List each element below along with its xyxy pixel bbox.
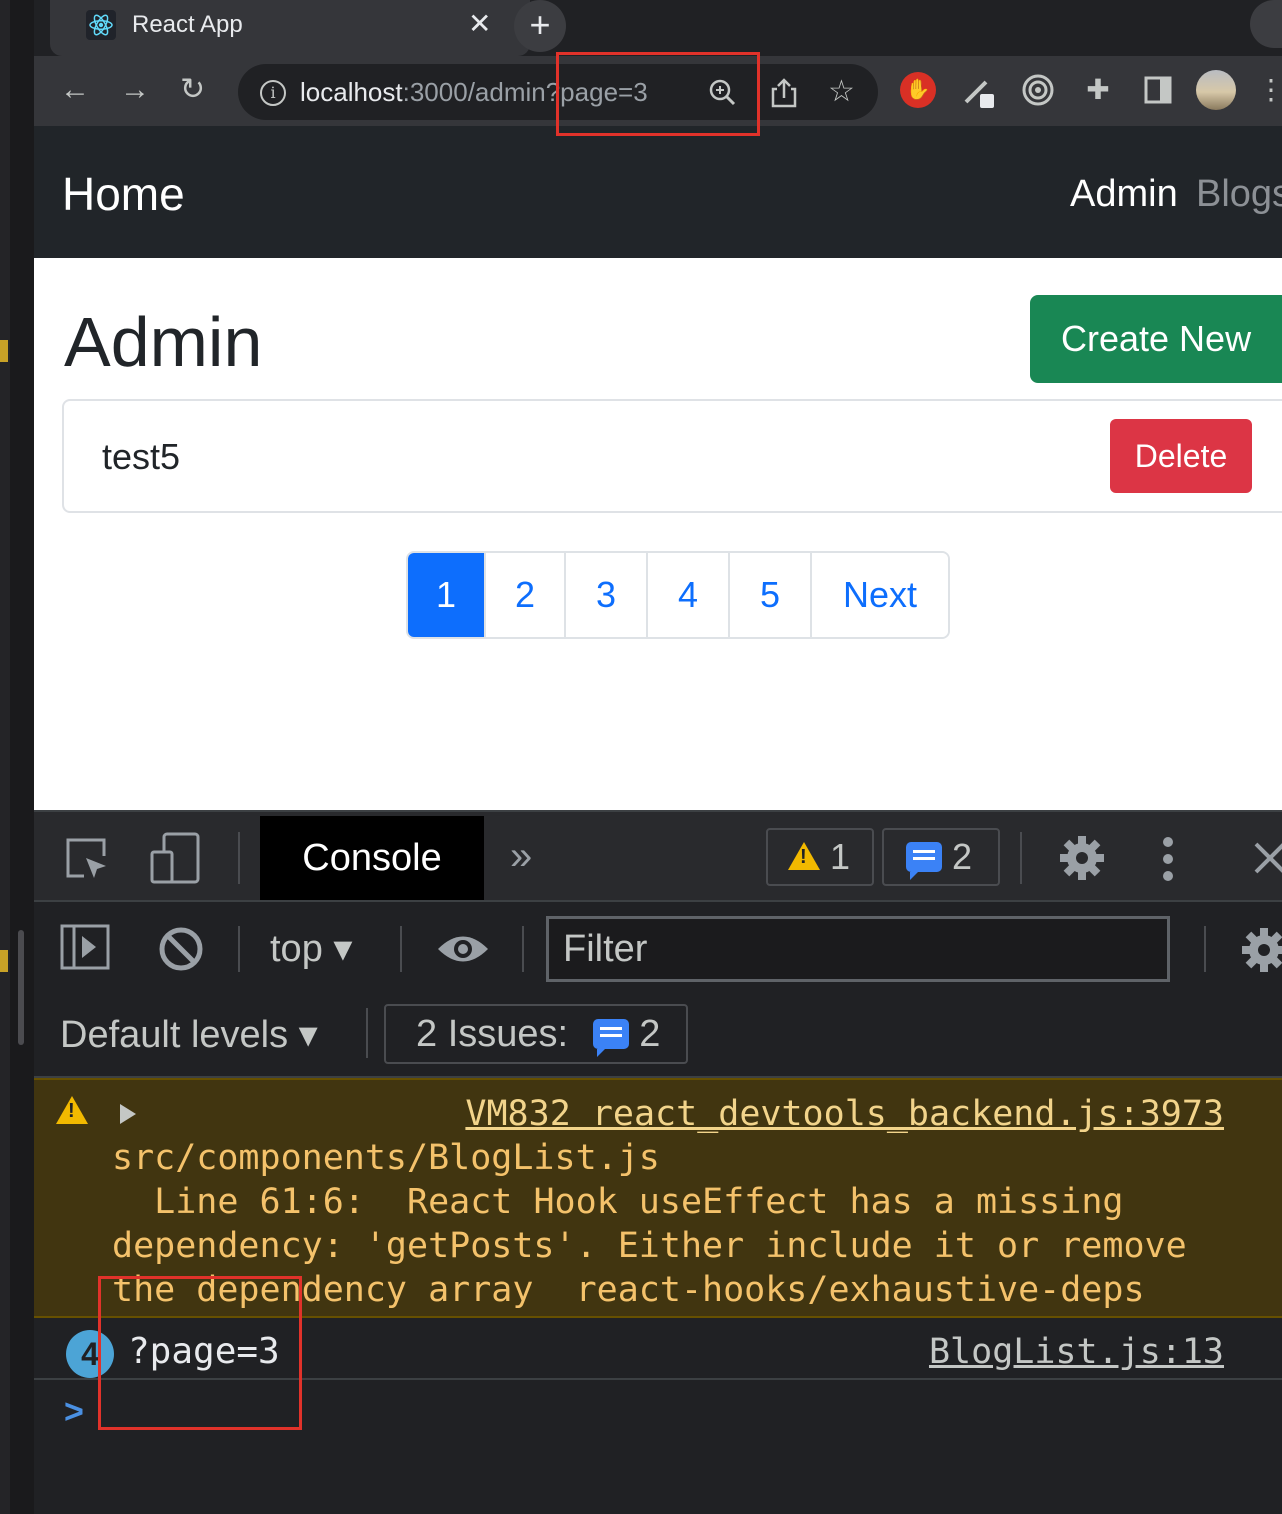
toolbar-divider <box>238 832 240 884</box>
toolbar-divider <box>400 926 402 972</box>
list-item: test5 Delete <box>62 399 1282 513</box>
messages-badge[interactable]: 2 <box>882 828 1000 886</box>
nav-link-admin[interactable]: Admin <box>1070 172 1178 216</box>
issues-button[interactable]: 2 Issues: 2 <box>384 1004 688 1064</box>
forward-icon[interactable]: → <box>120 72 150 108</box>
warning-count: 1 <box>830 836 851 877</box>
tab-title: React App <box>132 11 243 38</box>
reload-icon[interactable]: ↻ <box>180 72 205 108</box>
react-logo-icon <box>86 10 116 40</box>
log-source-link[interactable]: BlogList.js:13 <box>929 1328 1224 1376</box>
console-settings-icon[interactable] <box>1240 926 1282 974</box>
pagination: 1 2 3 4 5 Next <box>406 551 950 639</box>
delete-button[interactable]: Delete <box>1110 419 1252 493</box>
create-new-button[interactable]: Create New <box>1030 295 1282 383</box>
back-icon[interactable]: ← <box>60 72 90 108</box>
tab-console[interactable]: Console <box>260 816 484 900</box>
issues-label: 2 Issues: <box>416 1013 569 1055</box>
clear-console-icon[interactable] <box>158 926 204 972</box>
issues-message-icon <box>592 1018 629 1057</box>
log-levels-value: Default levels <box>60 1014 289 1056</box>
warning-icon <box>788 842 820 871</box>
page-content: Admin Create New test5 Delete 1 2 3 4 5 … <box>34 258 1282 810</box>
navbar-brand[interactable]: Home <box>62 168 185 220</box>
page-title: Admin <box>64 303 263 381</box>
page-link-3[interactable]: 3 <box>566 553 648 637</box>
browser-menu-icon[interactable]: ⋮ <box>1256 72 1282 108</box>
more-options-icon[interactable] <box>1162 836 1174 882</box>
toolbar-divider <box>1204 926 1206 972</box>
warning-source-link[interactable]: VM832 react_devtools_backend.js:3973 <box>465 1092 1224 1136</box>
annotation-box-url <box>556 52 760 136</box>
desktop-edge-panel <box>0 0 10 1514</box>
message-icon <box>906 842 942 881</box>
page-link-next[interactable]: Next <box>812 553 948 637</box>
edge-scrollbar[interactable] <box>18 930 24 1045</box>
page-link-2[interactable]: 2 <box>486 553 566 637</box>
issues-count: 2 <box>639 1013 661 1055</box>
context-selector[interactable]: top ▾ <box>270 924 352 974</box>
console-toolbar: top ▾ Filter <box>34 904 1282 994</box>
bookmark-star-icon[interactable]: ☆ <box>828 72 855 112</box>
new-tab-button[interactable]: + <box>514 0 566 52</box>
profile-avatar[interactable] <box>1196 70 1236 110</box>
close-devtools-icon[interactable] <box>1254 840 1282 876</box>
nav-link-blogs[interactable]: Blogs <box>1196 172 1282 216</box>
url-host: localhost <box>300 77 403 107</box>
side-panel-icon[interactable] <box>1140 72 1176 108</box>
message-count: 2 <box>952 836 973 877</box>
console-prompt-icon[interactable]: > <box>64 1392 84 1432</box>
settings-gear-icon[interactable] <box>1058 834 1106 882</box>
extensions-puzzle-icon[interactable]: ✚ <box>1080 72 1116 108</box>
show-sidebar-icon[interactable] <box>60 924 110 970</box>
toolbar-divider <box>238 926 240 972</box>
toolbar-divider <box>1020 832 1022 884</box>
device-toolbar-icon[interactable] <box>150 832 202 884</box>
close-tab-icon[interactable]: ✕ <box>468 8 491 40</box>
edge-marker <box>0 950 8 972</box>
devtools-tab-bar: Console » 1 2 <box>34 812 1282 902</box>
annotation-box-log <box>98 1276 302 1430</box>
inspect-element-icon[interactable] <box>64 836 112 884</box>
warnings-badge[interactable]: 1 <box>766 828 874 886</box>
browser-tab-bar: React App ✕ + <box>34 0 1282 56</box>
live-expression-eye-icon[interactable] <box>436 932 490 966</box>
filter-input[interactable]: Filter <box>546 916 1170 982</box>
context-value: top <box>270 928 323 970</box>
warning-icon <box>56 1096 88 1124</box>
edge-marker <box>0 340 8 362</box>
target-extension-icon[interactable] <box>1020 72 1056 108</box>
browser-tab[interactable]: React App ✕ <box>50 0 530 56</box>
share-icon[interactable] <box>770 72 798 112</box>
page-link-5[interactable]: 5 <box>730 553 812 637</box>
toolbar-divider <box>366 1008 368 1058</box>
page-link-1[interactable]: 1 <box>408 553 486 637</box>
expand-triangle-icon[interactable] <box>120 1104 136 1124</box>
toolbar-divider <box>522 926 524 972</box>
log-levels-dropdown[interactable]: Default levels ▾ <box>60 1010 318 1060</box>
console-levels-bar: Default levels ▾ 2 Issues: 2 <box>34 994 1282 1078</box>
desktop-edge <box>0 0 34 1514</box>
eyedropper-extension-icon[interactable] <box>960 72 996 108</box>
page-link-4[interactable]: 4 <box>648 553 730 637</box>
site-info-icon[interactable]: i <box>260 80 286 106</box>
tab-search-button[interactable] <box>1250 0 1282 48</box>
app-navbar: Home Admin Blogs <box>34 126 1282 258</box>
more-tabs-icon[interactable]: » <box>510 834 532 878</box>
post-title: test5 <box>102 436 181 477</box>
adblock-extension-icon[interactable]: ✋ <box>900 72 936 108</box>
